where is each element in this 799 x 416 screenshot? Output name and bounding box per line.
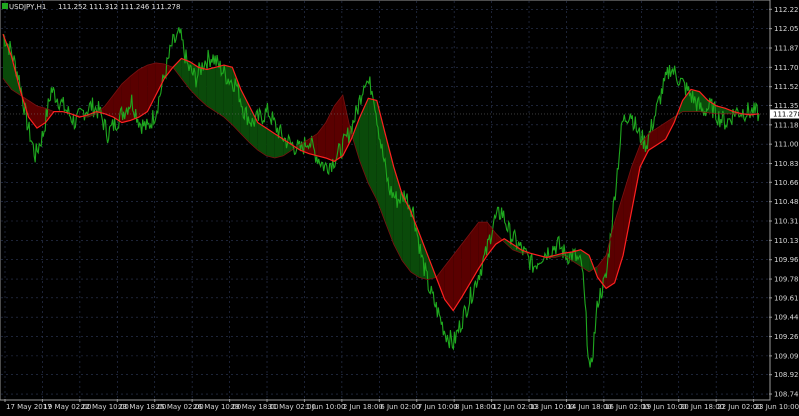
y-tick-label: 110.135 <box>774 237 799 245</box>
y-tick-label: 110.310 <box>774 218 799 226</box>
chart-canvas[interactable]: 112.225 112.050 111.875 111.700 111.525 111.3… <box>0 0 799 412</box>
y-tick-label: 111.700 <box>774 64 799 72</box>
x-tick-label: 6 Jun 02:00 <box>380 403 420 411</box>
price-chart[interactable]: 112.225 112.050 111.875 111.700 111.525 111.3… <box>0 0 799 412</box>
y-tick-label: 111.005 <box>774 141 799 149</box>
y-tick-label: 111.875 <box>774 44 799 52</box>
cloud-segment <box>138 65 148 118</box>
y-tick-label: 111.180 <box>774 121 799 129</box>
y-tick-label: 108.745 <box>774 391 799 399</box>
x-tick-label: 8 Jun 18:00 <box>455 403 495 411</box>
y-tick-label: 109.265 <box>774 333 799 341</box>
x-tick-label: 1 Jun 10:00 <box>305 403 345 411</box>
y-tick-label: 111.355 <box>774 102 799 110</box>
y-tick-label: 109.090 <box>774 352 799 360</box>
y-tick-label: 109.785 <box>774 276 799 284</box>
symbol-header: USDJPY,H1 111.252 111.312 111.246 111.27… <box>2 3 180 11</box>
y-tick-label: 112.050 <box>774 25 799 33</box>
ohlc-values: 111.252 111.312 111.246 111.278 <box>58 3 180 11</box>
y-tick-label: 109.615 <box>774 294 799 302</box>
time-axis: 17 May 201719 May 02:0022 May 10:0023 Ma… <box>4 399 799 411</box>
y-tick-label: 109.960 <box>774 256 799 264</box>
y-tick-label: 109.440 <box>774 314 799 322</box>
y-tick-label: 108.920 <box>774 371 799 379</box>
y-tick-label: 110.485 <box>774 198 799 206</box>
x-tick-label: 23 Jun 10:00 <box>755 403 799 411</box>
cloud-segment <box>206 67 216 112</box>
y-tick-label: 111.525 <box>774 83 799 91</box>
x-tick-label: 2 Jun 18:00 <box>343 403 383 411</box>
x-tick-label: 7 Jun 10:00 <box>418 403 458 411</box>
y-tick-label: 110.660 <box>774 179 799 187</box>
current-price-label: 111.278 <box>773 111 799 119</box>
price-axis: 112.225 112.050 111.875 111.700 111.525 111.3… <box>769 6 799 399</box>
symbol-icon <box>2 3 8 9</box>
y-tick-label: 110.830 <box>774 160 799 168</box>
y-tick-label: 112.225 <box>774 6 799 14</box>
symbol-name: USDJPY,H1 <box>9 3 46 11</box>
current-price-marker: 111.278 <box>770 109 799 119</box>
